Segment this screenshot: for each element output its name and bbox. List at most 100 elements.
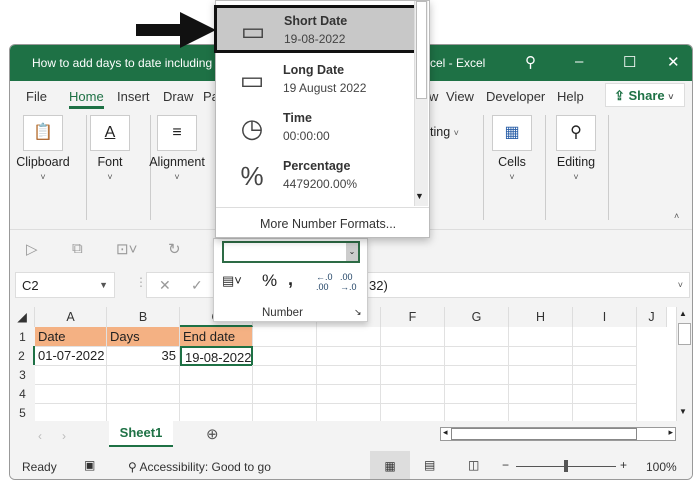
dialog-launcher-icon[interactable]: ↘ xyxy=(354,307,362,318)
cell-D4[interactable] xyxy=(253,384,317,404)
cell-G4[interactable] xyxy=(445,384,509,404)
prev-sheet-icon[interactable]: ‹ xyxy=(38,429,42,443)
increase-decimal-icon[interactable]: ←.0.00 xyxy=(316,272,333,292)
cell-I4[interactable] xyxy=(573,384,637,404)
cell-F5[interactable] xyxy=(381,403,445,423)
cell-H5[interactable] xyxy=(509,403,573,423)
shapes-icon[interactable]: ⧉ xyxy=(72,240,83,257)
cell-D2[interactable] xyxy=(253,346,317,366)
horizontal-scrollbar[interactable]: ◂ ▸ xyxy=(440,427,676,441)
cell-B4[interactable] xyxy=(107,384,180,404)
page-layout-icon[interactable]: ▤ xyxy=(424,458,435,472)
cell-C3[interactable] xyxy=(180,365,253,385)
cell-F1[interactable] xyxy=(381,327,445,347)
cell-C4[interactable] xyxy=(180,384,253,404)
cell-H4[interactable] xyxy=(509,384,573,404)
cell-B3[interactable] xyxy=(107,365,180,385)
accessibility-status[interactable]: ⚲ Accessibility: Good to go xyxy=(128,460,271,474)
cell-I1[interactable] xyxy=(573,327,637,347)
cell-E2[interactable] xyxy=(317,346,381,366)
picture-icon[interactable]: ⊡˅ xyxy=(116,240,137,258)
format-long-date[interactable]: ▭ Long Date 19 August 2022 xyxy=(216,57,414,105)
column-header-I[interactable]: I xyxy=(573,307,637,327)
tab-insert[interactable]: Insert xyxy=(117,89,150,104)
zoom-level[interactable]: 100% xyxy=(646,460,677,474)
row-header-3[interactable]: 3 xyxy=(10,365,35,385)
cell-A2[interactable]: 01-07-2022 xyxy=(35,346,107,366)
column-header-H[interactable]: H xyxy=(509,307,573,327)
collapse-ribbon-icon[interactable]: ˄ xyxy=(674,211,679,221)
cell-B5[interactable] xyxy=(107,403,180,423)
clipboard-icon[interactable]: 📋 xyxy=(23,115,63,151)
cell-F2[interactable] xyxy=(381,346,445,366)
column-header-J[interactable]: J xyxy=(637,307,667,327)
cell-C2[interactable]: 19-08-2022 xyxy=(180,346,253,366)
tab-help[interactable]: Help xyxy=(557,89,584,104)
sheet-tab-sheet1[interactable]: Sheet1 xyxy=(109,421,173,447)
font-icon[interactable]: A xyxy=(90,115,130,151)
cell-F3[interactable] xyxy=(381,365,445,385)
zoom-out-icon[interactable]: − xyxy=(502,458,509,472)
share-button[interactable]: ⇪ Share ˅ xyxy=(605,83,685,107)
tab-review[interactable]: w xyxy=(429,89,438,104)
alignment-icon[interactable]: ≡ xyxy=(157,115,197,151)
format-percentage[interactable]: % Percentage 4479200.00% xyxy=(216,153,414,201)
vertical-scrollbar[interactable]: ▲ ▼ xyxy=(676,307,692,421)
cell-H3[interactable] xyxy=(509,365,573,385)
group-alignment[interactable]: Alignment ˅ xyxy=(137,155,217,183)
tab-view[interactable]: View xyxy=(446,89,474,104)
format-short-date[interactable]: ▭ Short Date 19-08-2022 xyxy=(214,5,418,53)
chevron-down-icon[interactable]: ⌄ xyxy=(346,243,358,261)
column-header-B[interactable]: B xyxy=(107,307,180,327)
cell-F4[interactable] xyxy=(381,384,445,404)
cell-I3[interactable] xyxy=(573,365,637,385)
enter-icon[interactable]: ✓ xyxy=(191,277,203,294)
more-number-formats[interactable]: More Number Formats... xyxy=(260,217,396,231)
select-all[interactable]: ◢ xyxy=(10,307,35,327)
normal-view-icon[interactable]: ▦ xyxy=(370,451,410,479)
tab-file[interactable]: File xyxy=(26,89,47,104)
expand-formula-icon[interactable]: ˅ xyxy=(678,280,683,290)
worksheet-grid[interactable]: ◢ ABCDEFGHIJ 1DateDaysEnd date201-07-202… xyxy=(10,307,692,425)
accounting-format-icon[interactable]: ▤˅ xyxy=(222,273,242,289)
cell-G3[interactable] xyxy=(445,365,509,385)
cell-G2[interactable] xyxy=(445,346,509,366)
cell-G5[interactable] xyxy=(445,403,509,423)
group-conditional-formatting[interactable]: ting ˅ xyxy=(430,125,459,139)
cell-C5[interactable] xyxy=(180,403,253,423)
cells-icon[interactable]: ▦ xyxy=(492,115,532,151)
tab-draw[interactable]: Draw xyxy=(163,89,193,104)
cell-I2[interactable] xyxy=(573,346,637,366)
cell-A4[interactable] xyxy=(35,384,107,404)
format-time[interactable]: ◷ Time 00:00:00 xyxy=(216,105,414,153)
scroll-down-icon[interactable]: ▼ xyxy=(415,191,424,201)
tab-home[interactable]: Home xyxy=(69,89,104,109)
cancel-icon[interactable]: ✕ xyxy=(159,277,171,294)
row-header-5[interactable]: 5 xyxy=(10,403,35,423)
row-header-4[interactable]: 4 xyxy=(10,384,35,404)
close-icon[interactable]: ✕ xyxy=(667,53,680,71)
cell-D3[interactable] xyxy=(253,365,317,385)
comma-style-icon[interactable]: , xyxy=(288,269,293,290)
cell-D5[interactable] xyxy=(253,403,317,423)
search-icon[interactable]: ⚲ xyxy=(525,53,536,71)
cell-E3[interactable] xyxy=(317,365,381,385)
column-header-F[interactable]: F xyxy=(381,307,445,327)
cell-H1[interactable] xyxy=(509,327,573,347)
maximize-icon[interactable]: ☐ xyxy=(623,53,636,71)
cell-A3[interactable] xyxy=(35,365,107,385)
minimize-icon[interactable]: – xyxy=(575,53,583,70)
cell-B1[interactable]: Days xyxy=(107,327,180,347)
cell-B2[interactable]: 35 xyxy=(107,346,180,366)
add-sheet-icon[interactable]: ⊕ xyxy=(206,425,219,443)
cell-C1[interactable]: End date xyxy=(180,327,253,347)
number-format-select[interactable]: ⌄ xyxy=(222,241,360,263)
cell-E4[interactable] xyxy=(317,384,381,404)
cell-E5[interactable] xyxy=(317,403,381,423)
percent-style-icon[interactable]: % xyxy=(262,271,277,291)
zoom-in-icon[interactable]: + xyxy=(620,458,627,472)
cell-A1[interactable]: Date xyxy=(35,327,107,347)
redo-icon[interactable]: ↻ xyxy=(168,240,181,258)
cell-A5[interactable] xyxy=(35,403,107,423)
send-icon[interactable]: ▷ xyxy=(26,240,38,258)
